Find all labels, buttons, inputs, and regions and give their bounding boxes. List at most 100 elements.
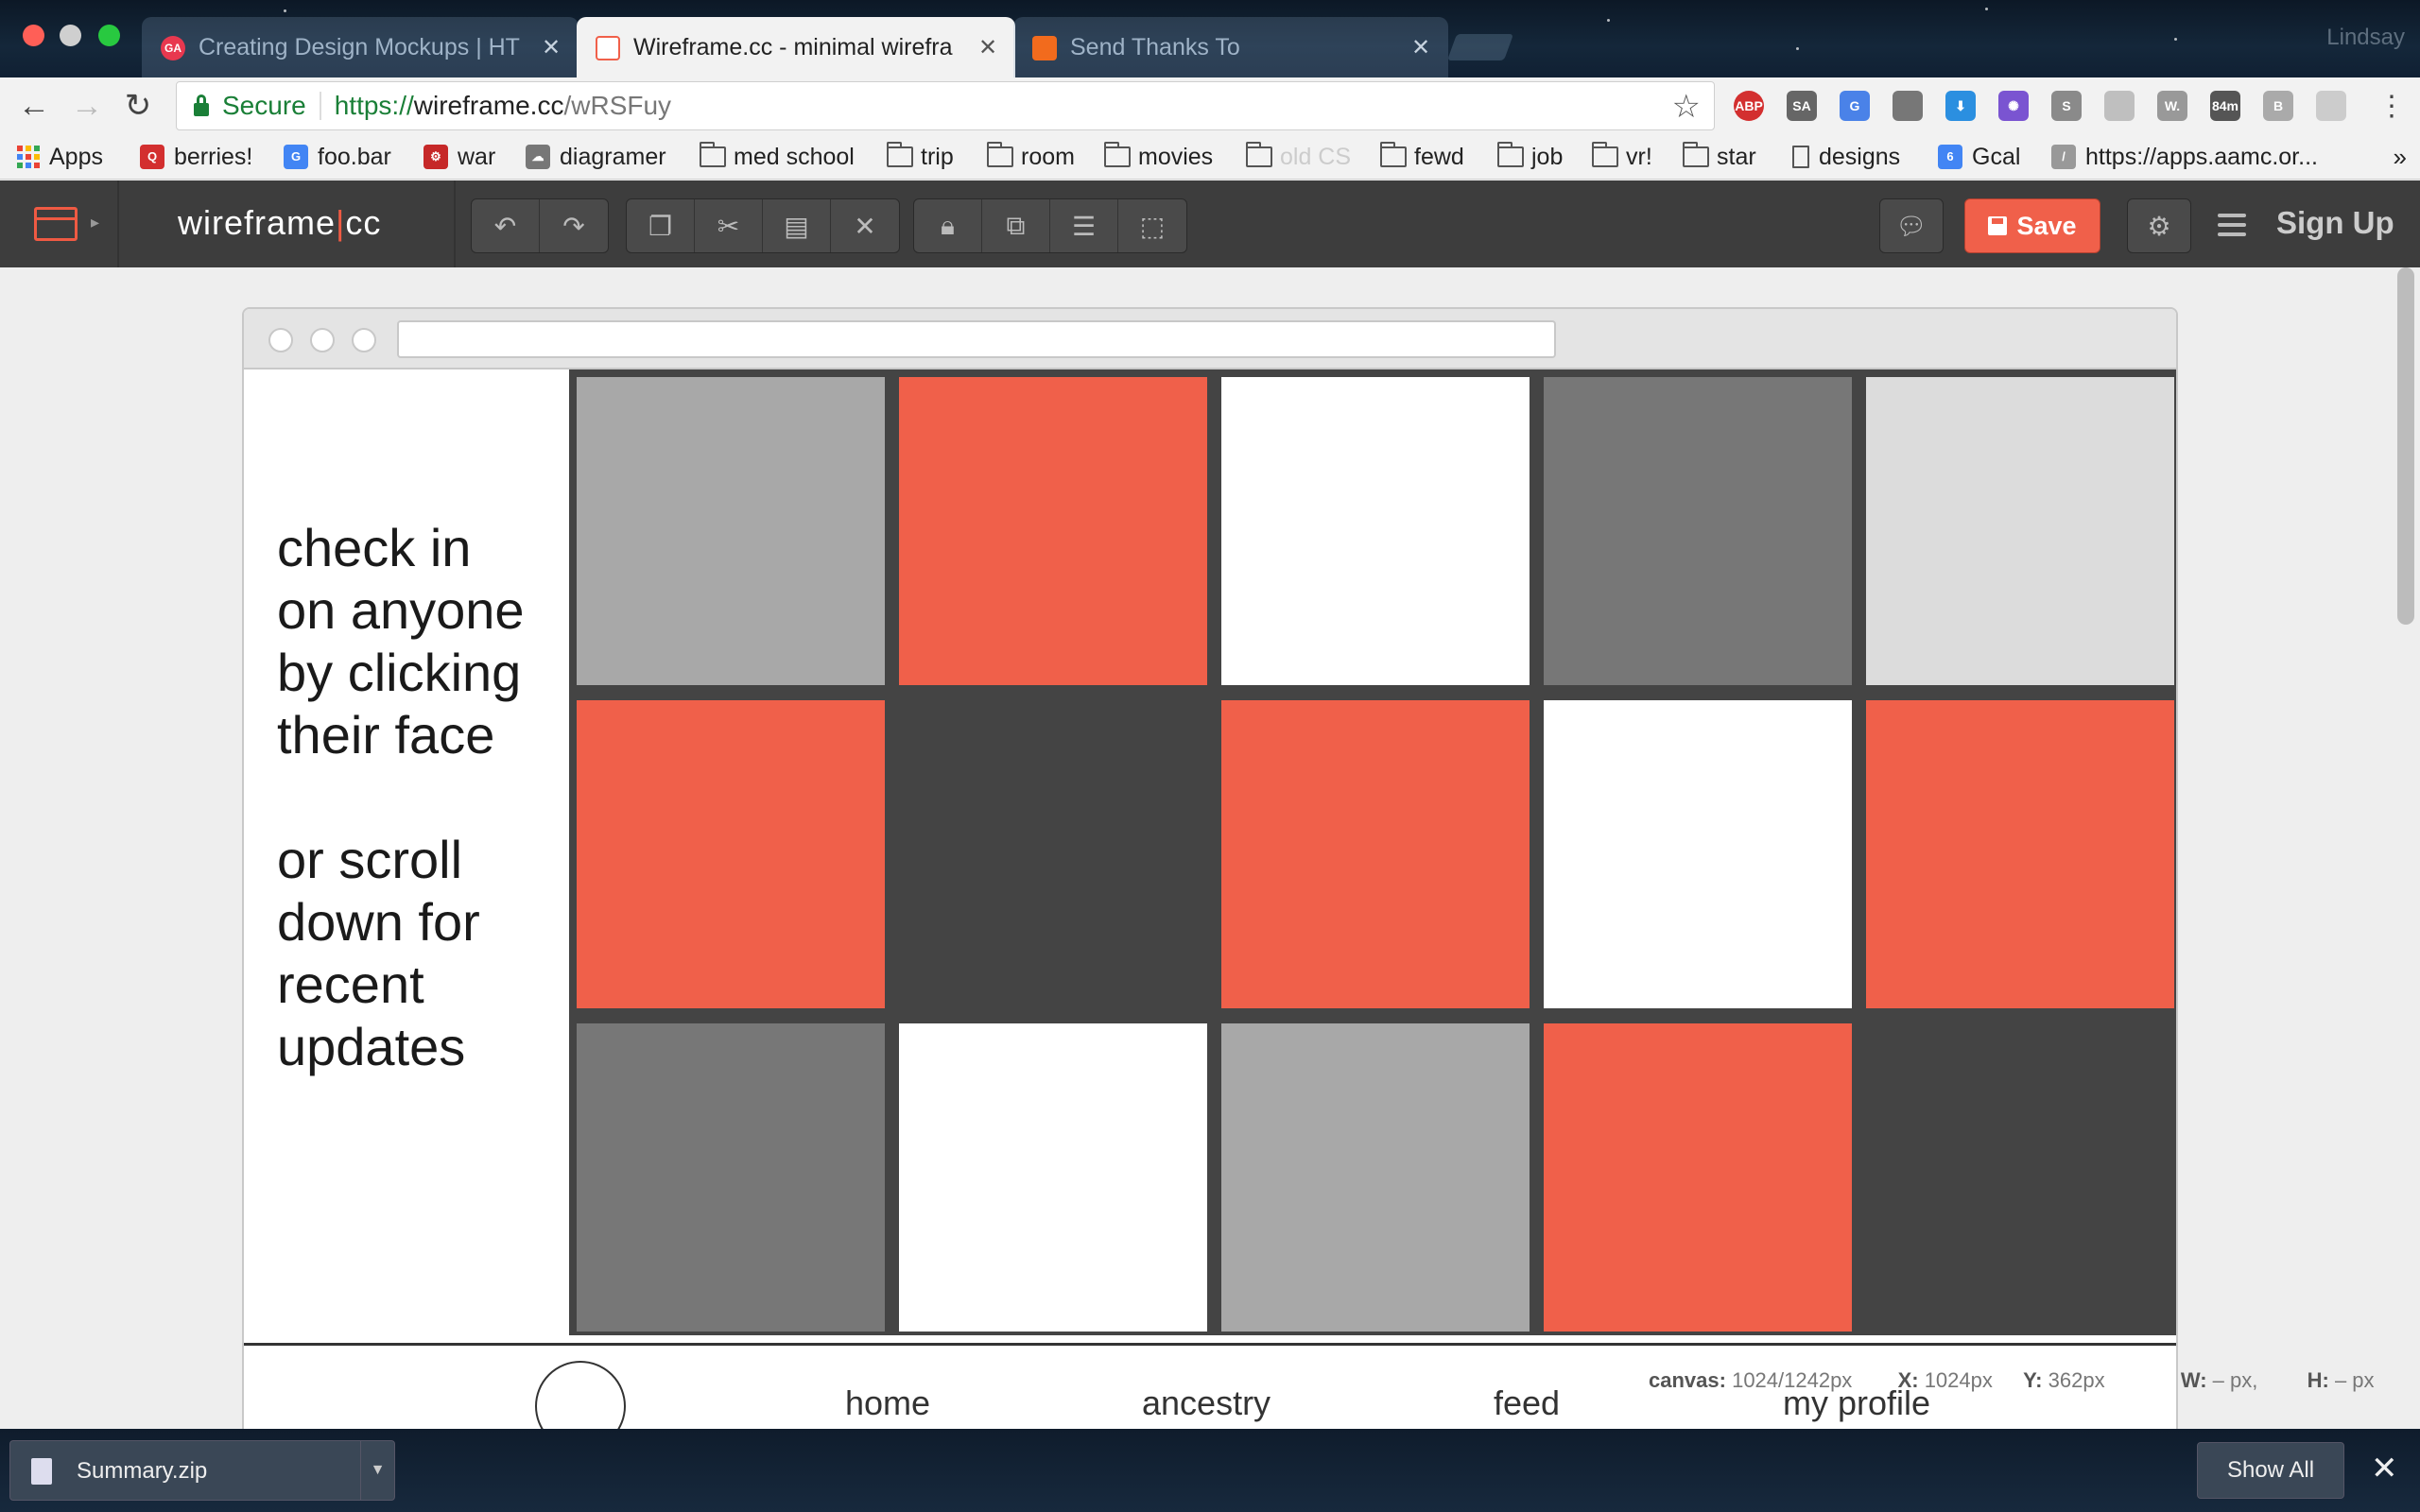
hamburger-menu-icon[interactable]: [2218, 209, 2246, 241]
bookmark-star[interactable]: star: [1682, 142, 1756, 172]
chevron-down-icon[interactable]: ▼: [360, 1441, 394, 1500]
tab-close-icon[interactable]: ✕: [539, 34, 563, 61]
close-icon[interactable]: ✕: [2371, 1450, 2398, 1487]
forward-button[interactable]: →: [66, 85, 108, 127]
skype-icon[interactable]: S: [2051, 91, 2082, 121]
download-shelf: Summary.zip ▼ Show All ✕: [0, 1429, 2420, 1512]
face-tile[interactable]: [899, 1023, 1207, 1332]
face-tile[interactable]: [1544, 700, 1852, 1008]
bookmark-favicon-icon: Q: [140, 145, 164, 169]
more-bookmarks-icon[interactable]: »: [2394, 142, 2407, 172]
window-close-button[interactable]: [23, 25, 44, 46]
gears-icon: ⚙: [2147, 211, 2171, 241]
window-zoom-button[interactable]: [98, 25, 120, 46]
nav-feed[interactable]: feed: [1494, 1383, 1560, 1423]
bookmark-room[interactable]: room: [986, 142, 1075, 172]
face-tile[interactable]: [577, 377, 885, 685]
app-menu-button[interactable]: ▸: [21, 201, 108, 247]
face-tile[interactable]: [899, 377, 1207, 685]
browser-tab-active[interactable]: Wireframe.cc - minimal wirefra ✕: [577, 17, 1015, 77]
bookmark-trip[interactable]: trip: [886, 142, 954, 172]
google-translate-icon[interactable]: G: [1840, 91, 1870, 121]
bookmark-berries[interactable]: Qberries!: [140, 142, 252, 172]
avatar-circle[interactable]: [535, 1361, 626, 1429]
delete-button[interactable]: ✕: [831, 199, 899, 252]
face-tile[interactable]: [1221, 700, 1530, 1008]
tab-close-icon[interactable]: ✕: [1409, 34, 1433, 61]
bookmark-med-school[interactable]: med school: [699, 142, 855, 172]
sa-extension-icon[interactable]: SA: [1787, 91, 1817, 121]
settings-button[interactable]: ⚙: [2127, 198, 2191, 253]
download-item[interactable]: Summary.zip ▼: [9, 1440, 395, 1501]
browser-tab[interactable]: Send Thanks To ✕: [1013, 17, 1448, 77]
mockup-browser-frame[interactable]: check in on anyone by clicking their fac…: [242, 307, 2178, 1429]
dots-extension-icon[interactable]: ✺: [1998, 91, 2029, 121]
copy-button[interactable]: ❐: [627, 199, 695, 252]
bookmark-diagramer[interactable]: ☁ diagramer: [526, 142, 666, 172]
paste-button[interactable]: ▤: [763, 199, 831, 252]
face-tile[interactable]: [1544, 377, 1852, 685]
tab-close-icon[interactable]: ✕: [976, 34, 1000, 61]
tab-title: Creating Design Mockups | HT: [199, 33, 520, 60]
caret-right-icon: ▸: [91, 213, 100, 232]
reload-button[interactable]: ↻: [117, 85, 159, 127]
comment-button[interactable]: 💬︎: [1879, 198, 1944, 253]
show-all-downloads-button[interactable]: Show All: [2197, 1442, 2344, 1499]
bookmark-old-cs[interactable]: old CS: [1245, 142, 1351, 172]
h-value: – px: [2334, 1368, 2375, 1392]
address-bar[interactable]: Secure https:// wireframe.cc /wRSFuy ☆: [176, 81, 1715, 130]
document-icon: [1792, 146, 1809, 168]
bookmark-https-apps-aamc-or[interactable]: / https://apps.aamc.or...: [2051, 142, 2318, 172]
adblock-plus-icon[interactable]: ABP: [1734, 91, 1764, 121]
bookmark-fewd[interactable]: fewd: [1379, 142, 1464, 172]
blank-extension-icon[interactable]: [2104, 91, 2135, 121]
back-button[interactable]: ←: [13, 85, 55, 127]
group-button[interactable]: ⬚: [1118, 199, 1186, 252]
face-tile[interactable]: [577, 1023, 885, 1332]
undo-button[interactable]: ↶: [472, 199, 540, 252]
bring-to-front-button[interactable]: ⧉: [982, 199, 1050, 252]
save-button[interactable]: Save: [1964, 198, 2100, 253]
browser-tab[interactable]: GA Creating Design Mockups | HT ✕: [142, 17, 579, 77]
chrome-menu-icon[interactable]: ⋮: [2371, 85, 2412, 127]
redo-button[interactable]: ↷: [540, 199, 608, 252]
bookmark-movies[interactable]: movies: [1103, 142, 1213, 172]
mockup-url-bar: [397, 320, 1556, 358]
bookmark-designs[interactable]: designs: [1792, 142, 1900, 172]
new-tab-button[interactable]: [1446, 34, 1514, 60]
face-tile[interactable]: [1866, 700, 2174, 1008]
face-grid[interactable]: [569, 369, 2176, 1335]
bookmark-gcal[interactable]: 6 Gcal: [1938, 142, 2020, 172]
lock-button[interactable]: 🔒︎: [914, 199, 982, 252]
bookmark-war[interactable]: ⚙ war: [424, 142, 495, 172]
bookmark-job[interactable]: job: [1496, 142, 1563, 172]
instruction-text[interactable]: check in on anyone by clicking their fac…: [277, 517, 570, 1078]
settings-extension-icon[interactable]: [1893, 91, 1923, 121]
canvas-area[interactable]: check in on anyone by clicking their fac…: [0, 267, 2420, 1429]
bookmark-foo-bar[interactable]: Gfoo.bar: [284, 142, 391, 172]
face-tile[interactable]: [577, 700, 885, 1008]
face-tile[interactable]: [1221, 1023, 1530, 1332]
divider: [117, 180, 119, 267]
b-extension-icon[interactable]: B: [2263, 91, 2293, 121]
window-minimize-button[interactable]: [60, 25, 81, 46]
timer-extension-icon[interactable]: 84m: [2210, 91, 2240, 121]
nav-ancestry[interactable]: ancestry: [1142, 1383, 1270, 1423]
download-extension-icon[interactable]: ⬇: [1945, 91, 1976, 121]
face-tile[interactable]: [1221, 377, 1530, 685]
nav-home[interactable]: home: [845, 1383, 930, 1423]
bookmark-star-icon[interactable]: ☆: [1672, 88, 1701, 126]
cut-button[interactable]: ✂: [695, 199, 763, 252]
profile-extension-icon[interactable]: [2316, 91, 2346, 121]
profile-name[interactable]: Lindsay: [2326, 25, 2405, 51]
face-tile[interactable]: [1866, 377, 2174, 685]
scrollbar-thumb[interactable]: [2397, 267, 2414, 625]
face-tile[interactable]: [1544, 1023, 1852, 1332]
history-button-group: ↶ ↷: [471, 198, 609, 253]
w-extension-icon[interactable]: W.: [2157, 91, 2187, 121]
bookmark-vr[interactable]: vr!: [1591, 142, 1652, 172]
folder-icon: [1103, 142, 1131, 167]
bookmark-apps[interactable]: Apps: [17, 142, 103, 172]
align-button[interactable]: ☰: [1050, 199, 1118, 252]
sign-up-button[interactable]: Sign Up: [2276, 205, 2394, 241]
